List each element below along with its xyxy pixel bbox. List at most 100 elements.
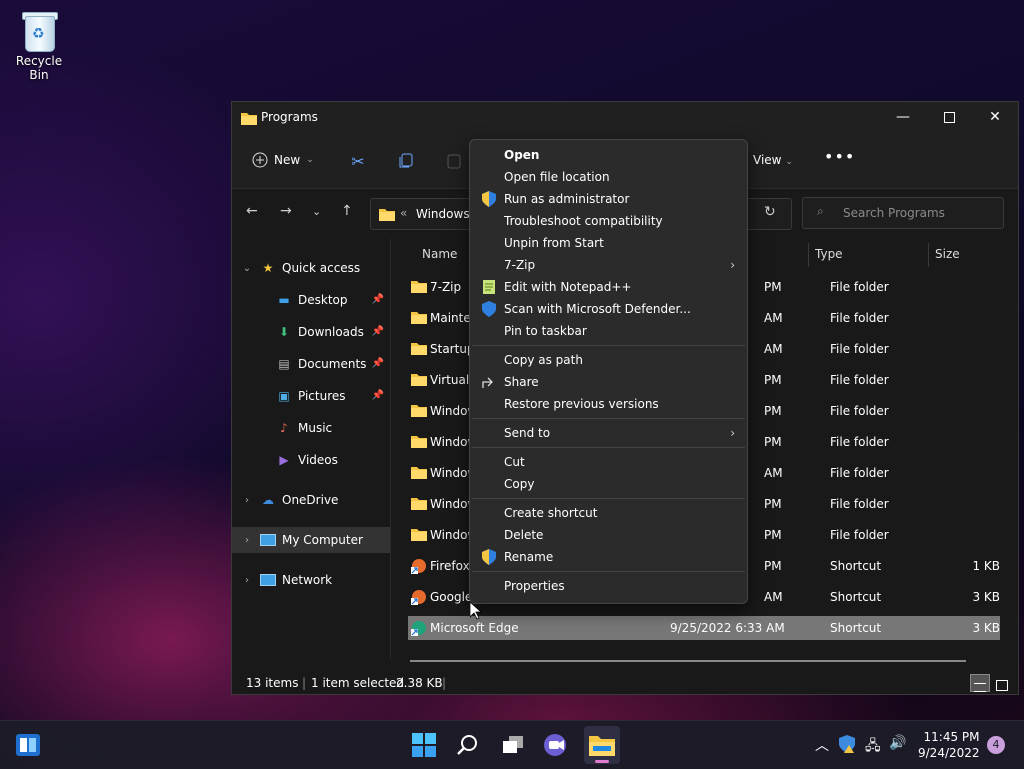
start-button[interactable] <box>408 729 440 761</box>
horizontal-scrollbar[interactable] <box>410 660 966 662</box>
file-explorer-taskbar-button[interactable] <box>584 726 620 764</box>
menu-item-troubleshoot-compatibility[interactable]: Troubleshoot compatibility <box>470 210 747 232</box>
notification-badge[interactable]: 4 <box>987 736 1005 754</box>
nav-documents[interactable]: ▤ Documents 📌 <box>232 351 390 377</box>
nav-my-computer[interactable]: › My Computer <box>232 527 390 553</box>
chevron-right-icon[interactable]: › <box>240 535 254 546</box>
menu-item-send-to[interactable]: Send to › <box>470 422 747 444</box>
cut-button[interactable]: ✂ <box>347 150 369 172</box>
column-divider[interactable] <box>808 243 809 267</box>
pin-icon[interactable]: 📌 <box>372 294 384 305</box>
nav-music[interactable]: ♪ Music <box>232 415 390 441</box>
menu-item-copy[interactable]: Copy <box>470 473 747 495</box>
scissors-icon: ✂ <box>351 151 365 171</box>
file-row[interactable]: Microsoft Edge 9/25/2022 6:33 AM Shortcut 3… <box>408 616 1000 640</box>
network-tray-button[interactable]: 🖧 <box>865 735 881 759</box>
new-button[interactable]: New ⌄ <box>252 152 314 168</box>
title-bar[interactable]: Programs — ✕ <box>232 102 1018 134</box>
task-view-button[interactable] <box>497 729 529 761</box>
nav-downloads[interactable]: ⬇ Downloads 📌 <box>232 319 390 345</box>
menu-item-unpin-from-start[interactable]: Unpin from Start <box>470 232 747 254</box>
column-header-name[interactable]: Name <box>422 239 457 269</box>
column-header-size[interactable]: Size <box>935 239 960 269</box>
path-overflow[interactable]: « <box>400 206 407 220</box>
large-icons-view-button[interactable] <box>994 674 1010 691</box>
clock[interactable]: 11:45 PM 9/24/2022 <box>918 729 980 761</box>
more-options-button[interactable]: ••• <box>824 147 855 166</box>
column-header-type[interactable]: Type <box>815 239 843 269</box>
nav-label: Videos <box>298 453 338 467</box>
search-taskbar-button[interactable] <box>452 729 484 761</box>
menu-item-open-file-location[interactable]: Open file location <box>470 166 747 188</box>
defender-shield-icon <box>839 735 855 753</box>
teams-chat-button[interactable] <box>540 729 572 761</box>
chevron-right-icon[interactable]: › <box>240 495 254 506</box>
menu-item-create-shortcut[interactable]: Create shortcut <box>470 502 747 524</box>
nav-onedrive[interactable]: › ☁ OneDrive <box>232 487 390 513</box>
copy-button[interactable] <box>395 150 417 172</box>
recycle-bin-desktop-icon[interactable]: ♻ Recycle Bin <box>6 6 72 82</box>
volume-tray-button[interactable]: 🔊 <box>889 735 906 751</box>
chevron-right-icon[interactable]: › <box>240 575 254 586</box>
folder-icon <box>411 312 427 324</box>
more-icon: ••• <box>824 147 856 166</box>
nav-desktop[interactable]: ▬ Desktop 📌 <box>232 287 390 313</box>
pin-icon[interactable]: 📌 <box>372 358 384 369</box>
show-hidden-icons-button[interactable]: ︿ <box>815 735 829 755</box>
view-button[interactable]: View ⌄ <box>753 153 793 167</box>
forward-button[interactable]: → <box>280 203 292 219</box>
security-tray-button[interactable] <box>839 735 855 757</box>
file-type: Shortcut <box>830 559 882 573</box>
column-divider[interactable] <box>928 243 929 267</box>
menu-item-properties[interactable]: Properties <box>470 575 747 597</box>
nav-pictures[interactable]: ▣ Pictures 📌 <box>232 383 390 409</box>
breadcrumb-windows[interactable]: Windows <box>416 207 470 221</box>
nav-quick-access[interactable]: ⌄ ★ Quick access <box>232 255 390 281</box>
search-icon <box>457 735 477 755</box>
file-date: AM <box>764 342 783 356</box>
nav-videos[interactable]: ▶ Videos <box>232 447 390 473</box>
menu-item-open[interactable]: Open <box>470 144 747 166</box>
network-icon: 🖧 <box>865 738 881 754</box>
menu-separator <box>472 498 745 499</box>
menu-item-restore-previous-versions[interactable]: Restore previous versions <box>470 393 747 415</box>
menu-item-label: Send to <box>504 426 551 440</box>
nav-network[interactable]: › Network <box>232 567 390 593</box>
file-date: 9/25/2022 6:33 AM <box>670 621 785 635</box>
menu-item-copy-as-path[interactable]: Copy as path <box>470 349 747 371</box>
file-date: PM <box>764 435 782 449</box>
file-type: File folder <box>830 342 889 356</box>
pin-icon[interactable]: 📌 <box>372 326 384 337</box>
menu-item-rename[interactable]: Rename <box>470 546 747 568</box>
menu-item-delete[interactable]: Delete <box>470 524 747 546</box>
menu-item-edit-with-notepad[interactable]: Edit with Notepad++ <box>470 276 747 298</box>
pin-icon[interactable]: 📌 <box>372 390 384 401</box>
maximize-button[interactable] <box>926 102 972 132</box>
menu-item-7-zip[interactable]: 7-Zip › <box>470 254 747 276</box>
refresh-button[interactable]: ↻ <box>764 204 776 220</box>
navigation-pane: ⌄ ★ Quick access ▬ Desktop 📌 ⬇ Downloads 📌 ▤ Do… <box>232 239 391 659</box>
search-box[interactable]: ⌕ Search Programs <box>802 197 1004 229</box>
arrow-right-icon: → <box>280 203 292 219</box>
paste-button[interactable] <box>443 150 465 172</box>
menu-item-scan-with-microsoft-defender[interactable]: Scan with Microsoft Defender... <box>470 298 747 320</box>
menu-item-label: Scan with Microsoft Defender... <box>504 302 691 316</box>
menu-item-run-as-administrator[interactable]: Run as administrator <box>470 188 747 210</box>
menu-item-label: Copy <box>504 477 535 491</box>
menu-item-cut[interactable]: Cut <box>470 451 747 473</box>
menu-item-pin-to-taskbar[interactable]: Pin to taskbar <box>470 320 747 342</box>
back-button[interactable]: ← <box>246 203 258 219</box>
refresh-icon: ↻ <box>764 204 776 220</box>
menu-item-share[interactable]: Share <box>470 371 747 393</box>
close-button[interactable]: ✕ <box>972 102 1018 132</box>
cloud-icon: ☁ <box>262 493 274 507</box>
widgets-button[interactable] <box>12 729 44 761</box>
menu-separator <box>472 345 745 346</box>
minimize-button[interactable]: — <box>880 102 926 132</box>
item-count: 13 items <box>246 676 299 690</box>
details-view-button[interactable] <box>970 674 990 692</box>
recent-locations-button[interactable]: ⌄ <box>312 205 321 218</box>
nav-label: My Computer <box>282 533 363 547</box>
chevron-down-icon[interactable]: ⌄ <box>240 263 254 274</box>
up-button[interactable]: ↑ <box>341 203 353 219</box>
